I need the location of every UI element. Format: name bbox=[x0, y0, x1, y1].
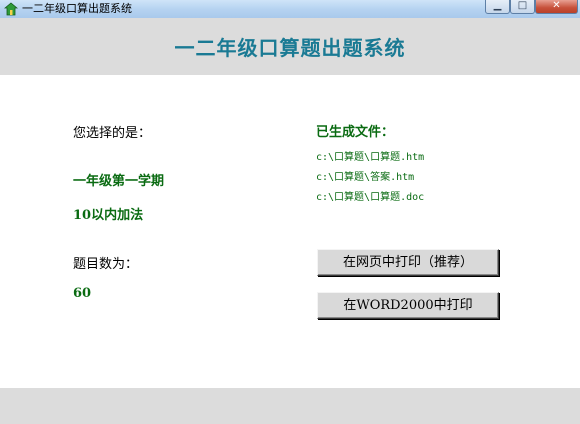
file-path-answers-htm: c:\口算题\答案.htm bbox=[316, 172, 415, 183]
window-title: 一二年级口算出题系统 bbox=[22, 2, 132, 15]
title-bar[interactable]: 一二年级口算出题系统 ▁ □ ✕ bbox=[0, 0, 580, 18]
print-in-word-button[interactable]: 在WORD2000中打印 bbox=[317, 292, 499, 319]
print-in-browser-button[interactable]: 在网页中打印（推荐） bbox=[317, 249, 499, 276]
file-path-questions-doc: c:\口算题\口算题.doc bbox=[316, 192, 425, 203]
file-path-questions-htm: c:\口算题\口算题.htm bbox=[316, 152, 425, 163]
selection-label: 您选择的是： bbox=[73, 126, 152, 141]
page-title: 一二年级口算题出题系统 bbox=[174, 36, 406, 60]
count-label: 题目数为： bbox=[73, 257, 139, 272]
footer-panel bbox=[0, 388, 580, 424]
close-button[interactable]: ✕ bbox=[535, 0, 578, 14]
app-window: 一二年级口算出题系统 ▁ □ ✕ 一二年级口算题出题系统 您选择的是： 一年级第… bbox=[0, 0, 580, 424]
header-panel: 一二年级口算题出题系统 bbox=[0, 18, 580, 75]
count-value: 60 bbox=[73, 286, 92, 301]
house-icon bbox=[4, 2, 18, 16]
minimize-button[interactable]: ▁ bbox=[485, 0, 510, 14]
generated-files-label: 已生成文件： bbox=[316, 125, 395, 140]
question-type-value: 10以内加法 bbox=[73, 208, 144, 223]
grade-value: 一年级第一学期 bbox=[73, 174, 165, 189]
maximize-button[interactable]: □ bbox=[510, 0, 535, 14]
